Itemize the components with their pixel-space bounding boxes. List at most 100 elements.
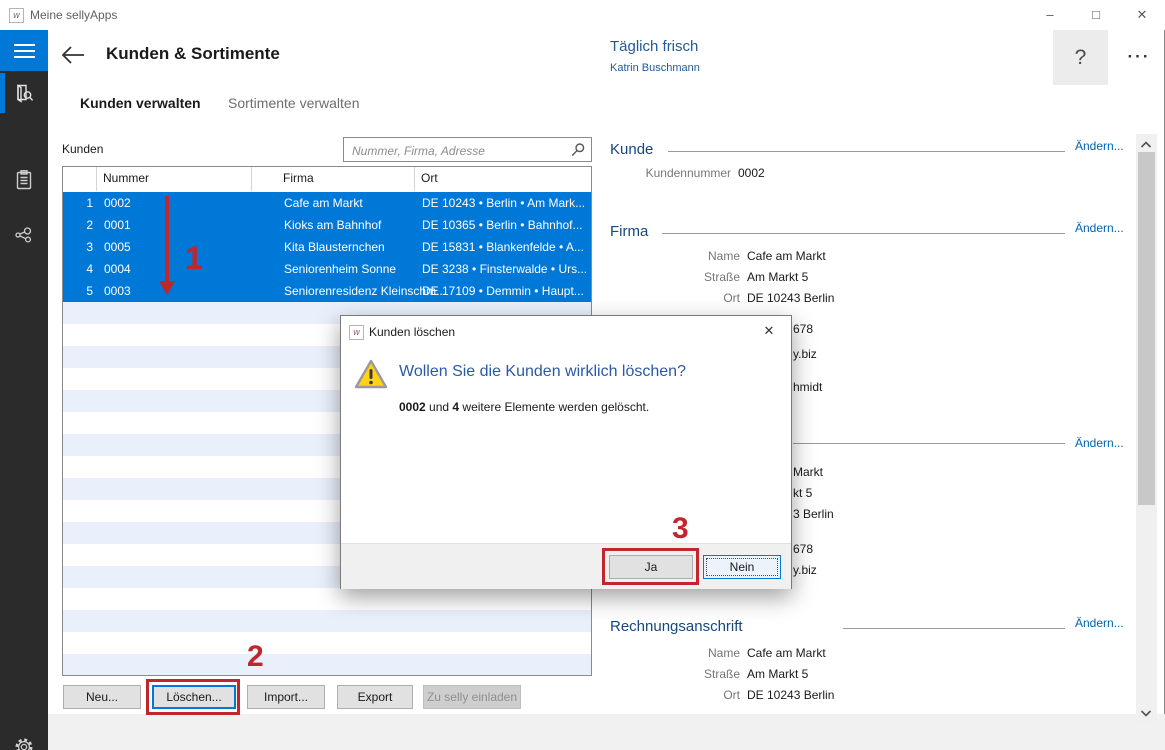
field-value-fragment: 678 <box>793 542 813 556</box>
dialog-close-button[interactable]: ✕ <box>747 316 791 346</box>
column-header-firma[interactable]: Firma <box>283 171 314 185</box>
dialog-item: 0002 <box>399 400 426 414</box>
field-value: 0002 <box>738 166 765 180</box>
section-divider <box>843 628 1065 629</box>
field-value: Cafe am Markt <box>747 646 826 660</box>
cell-ort: DE 17109 • Demmin • Haupt... <box>422 284 590 298</box>
sidebar <box>0 30 48 750</box>
field-label: Ort <box>610 688 740 702</box>
field-label: Kundennummer <box>601 166 731 180</box>
page-title: Kunden & Sortimente <box>106 44 280 64</box>
aendern-link-firma[interactable]: Ändern... <box>1075 221 1124 235</box>
aendern-link-rechnungsanschrift[interactable]: Ändern... <box>1075 616 1124 630</box>
gear-icon <box>13 736 35 750</box>
field-value: Am Markt 5 <box>747 667 808 681</box>
field-value: Am Markt 5 <box>747 270 808 284</box>
sidebar-item-sortimente[interactable] <box>0 158 48 202</box>
search-input[interactable] <box>350 139 564 162</box>
help-button[interactable]: ? <box>1053 30 1108 85</box>
status-strip <box>48 714 1165 750</box>
section-heading-rechnungsanschrift: Rechnungsanschrift <box>610 618 743 635</box>
annotation-step-3: 3 <box>672 512 689 546</box>
neu-button[interactable]: Neu... <box>63 685 141 709</box>
close-button[interactable]: ✕ <box>1119 0 1165 30</box>
section-heading-firma: Firma <box>610 223 648 240</box>
app-window: w Meine sellyApps – □ ✕ <box>0 0 1165 750</box>
aendern-link-anschrift[interactable]: Ändern... <box>1075 436 1124 450</box>
section-heading-kunde: Kunde <box>610 141 653 158</box>
row-index: 1 <box>63 196 93 210</box>
aendern-link-kunde[interactable]: Ändern... <box>1075 139 1124 153</box>
table-row[interactable]: 1 0002 Cafe am Markt DE 10243 • Berlin •… <box>63 192 591 214</box>
field-label: Ort <box>610 291 740 305</box>
share-network-icon <box>13 224 35 246</box>
maximize-button[interactable]: □ <box>1073 0 1119 30</box>
account-name[interactable]: Täglich frisch <box>610 38 698 55</box>
hamburger-menu-button[interactable] <box>0 30 48 71</box>
column-header-nummer[interactable]: Nummer <box>103 171 149 185</box>
minimize-button[interactable]: – <box>1027 0 1073 30</box>
import-button[interactable]: Import... <box>247 685 325 709</box>
sidebar-item-share[interactable] <box>0 213 48 257</box>
table-row[interactable]: 4 0004 Seniorenheim Sonne DE 3238 • Fins… <box>63 258 591 280</box>
section-divider <box>662 233 1065 234</box>
annotation-arrow-head <box>159 281 175 295</box>
cell-nummer: 0005 <box>104 240 131 254</box>
annotation-arrow <box>165 196 169 281</box>
cell-ort: DE 15831 • Blankenfelde • A... <box>422 240 590 254</box>
field-value-fragment: y.biz <box>793 347 817 361</box>
back-button[interactable] <box>60 43 86 67</box>
row-index: 2 <box>63 218 93 232</box>
sidebar-item-kunden[interactable] <box>0 71 48 115</box>
active-item-indicator <box>0 73 5 113</box>
row-index: 5 <box>63 284 93 298</box>
sidebar-item-settings[interactable] <box>0 725 48 750</box>
field-value: DE 10243 Berlin <box>747 291 834 305</box>
annotation-step-1: 1 <box>185 240 203 277</box>
window-title: Meine sellyApps <box>30 0 117 30</box>
export-button[interactable]: Export <box>337 685 413 709</box>
tab-sortimente-verwalten[interactable]: Sortimente verwalten <box>228 95 360 111</box>
kunden-panel-label: Kunden <box>62 142 103 156</box>
customers-search-icon <box>13 82 35 104</box>
column-separator <box>251 167 252 191</box>
more-options-button[interactable]: ··· <box>1116 40 1162 74</box>
delete-confirmation-dialog: w Kunden löschen ✕ Wollen Sie die Kunden… <box>340 315 792 589</box>
annotation-box-ja <box>602 548 699 585</box>
field-label: Name <box>610 646 740 660</box>
search-icon <box>570 142 586 158</box>
row-index: 4 <box>63 262 93 276</box>
cell-ort: DE 3238 • Finsterwalde • Urs... <box>422 262 590 276</box>
field-value-fragment: y.biz <box>793 563 817 577</box>
table-row[interactable]: 2 0001 Kioks am Bahnhof DE 10365 • Berli… <box>63 214 591 236</box>
customer-search-box[interactable] <box>343 137 592 162</box>
section-divider <box>668 151 1065 152</box>
app-icon: w <box>9 8 24 23</box>
column-header-ort[interactable]: Ort <box>421 171 438 185</box>
table-row[interactable]: 3 0005 Kita Blausternchen DE 15831 • Bla… <box>63 236 591 258</box>
dialog-heading: Wollen Sie die Kunden wirklich löschen? <box>399 363 686 381</box>
window-titlebar: w Meine sellyApps – □ ✕ <box>0 0 1165 30</box>
row-index: 3 <box>63 240 93 254</box>
clipboard-icon <box>13 169 35 191</box>
field-value-fragment: hmidt <box>793 380 822 394</box>
scroll-down-icon[interactable] <box>1137 704 1155 722</box>
field-value-fragment: 678 <box>793 322 813 336</box>
table-row[interactable]: 5 0003 Seniorenresidenz Kleinschm... DE … <box>63 280 591 302</box>
scrollbar-thumb[interactable] <box>1138 152 1155 505</box>
section-divider <box>793 443 1065 444</box>
tab-kunden-verwalten[interactable]: Kunden verwalten <box>80 95 201 111</box>
field-label: Straße <box>610 667 740 681</box>
nein-button[interactable]: Nein <box>703 555 781 579</box>
field-label: Name <box>610 249 740 263</box>
column-separator <box>414 167 415 191</box>
field-value-fragment: kt 5 <box>793 486 812 500</box>
cell-nummer: 0003 <box>104 284 131 298</box>
zu-selly-einladen-button: Zu selly einladen <box>423 685 521 709</box>
dialog-app-icon: w <box>349 325 364 340</box>
cell-ort: DE 10243 • Berlin • Am Mark... <box>422 196 590 210</box>
cell-nummer: 0001 <box>104 218 131 232</box>
warning-icon <box>354 359 388 390</box>
field-value-fragment: 3 Berlin <box>793 507 834 521</box>
dialog-title: Kunden löschen <box>369 325 455 339</box>
